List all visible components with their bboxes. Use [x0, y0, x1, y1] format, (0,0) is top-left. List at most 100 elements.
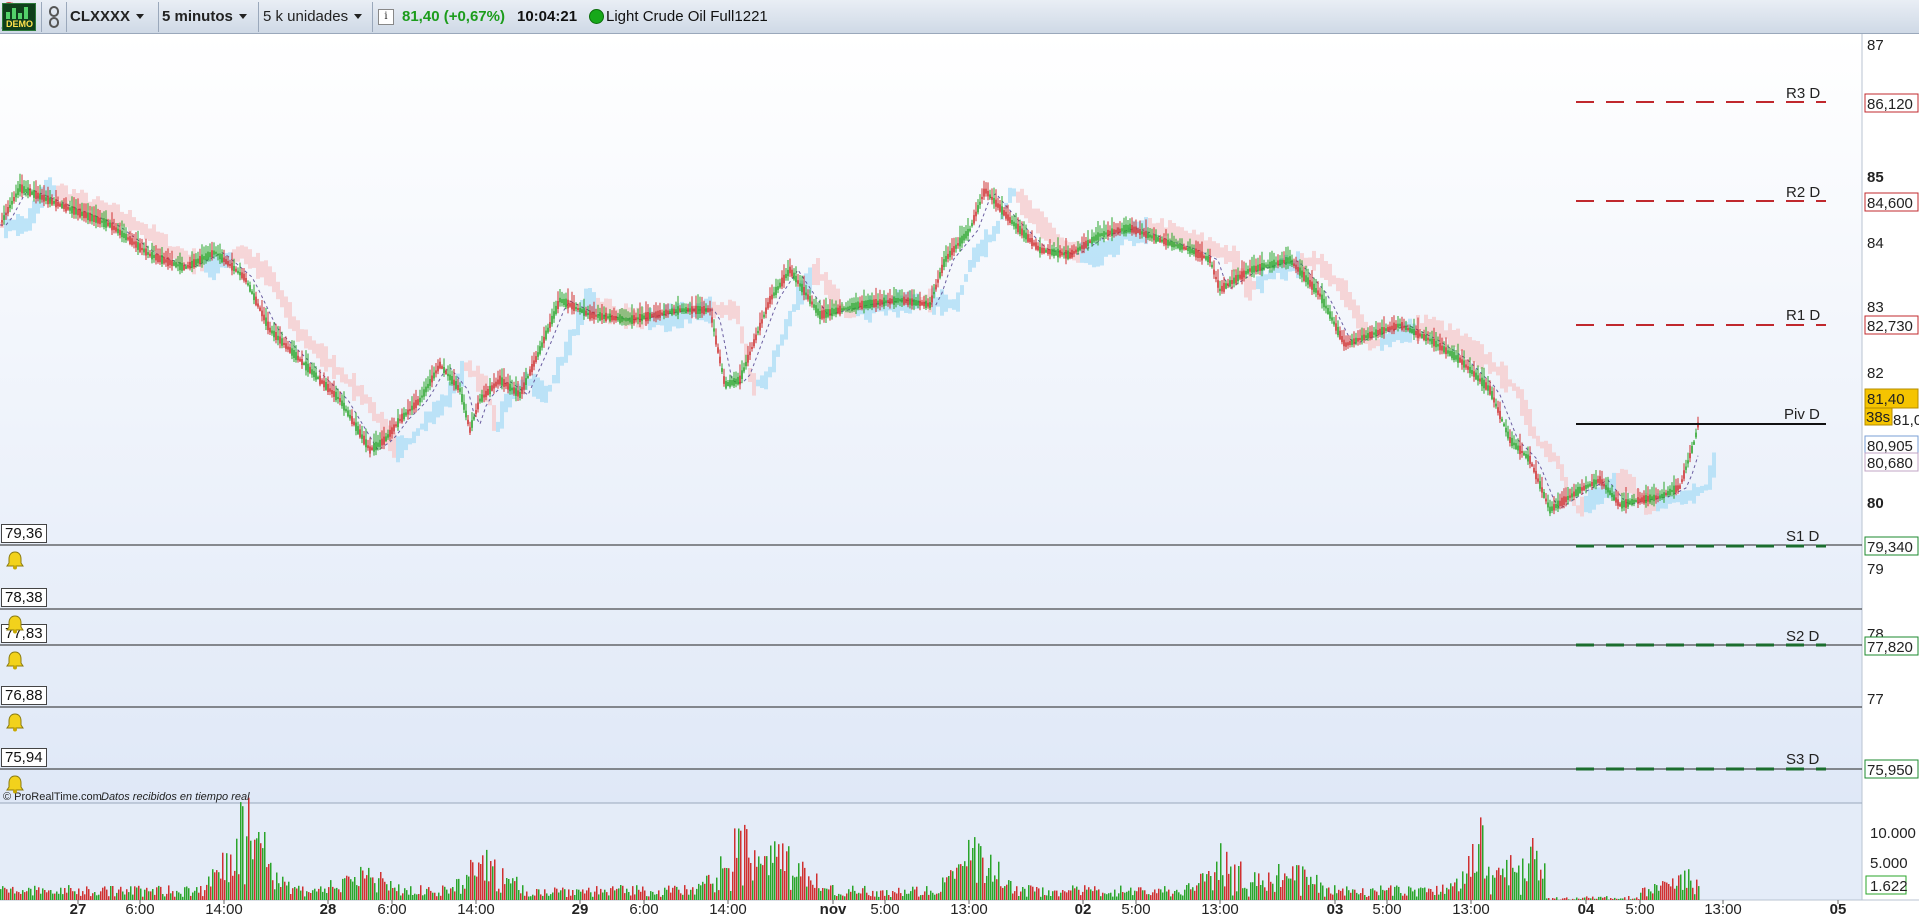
candle-body [1661, 493, 1663, 498]
units-selector[interactable]: 5 k unidades [263, 0, 371, 33]
volume-bar [1416, 896, 1418, 900]
volume-bar [782, 843, 784, 900]
volume-bar [1500, 875, 1502, 900]
volume-bar [1096, 890, 1098, 900]
volume-bar [1200, 873, 1202, 900]
candle-body [825, 309, 827, 318]
candle-body [867, 300, 869, 308]
volume-bar [70, 888, 72, 900]
bell-icon[interactable] [5, 550, 25, 570]
candle-body [781, 277, 783, 287]
volume-bar [228, 882, 230, 900]
candle-body [471, 420, 473, 428]
bell-icon[interactable] [5, 650, 25, 670]
candle-body [691, 306, 693, 314]
candle-body [1051, 248, 1053, 256]
volume-bar [86, 886, 88, 900]
candle-body [267, 321, 269, 331]
candle-body [947, 253, 949, 259]
alert-price-label[interactable]: 76,88 [1, 686, 47, 705]
volume-bar [236, 838, 238, 900]
candle-body [621, 316, 623, 322]
volume-bar [306, 891, 308, 900]
candle-body [1579, 486, 1581, 494]
volume-bar [548, 895, 550, 900]
alert-price-label[interactable]: 75,94 [1, 748, 47, 767]
volume-bar [1100, 896, 1102, 900]
candle-body [523, 382, 525, 390]
candle-body [953, 246, 955, 253]
candle-body [853, 303, 855, 310]
candle-body [1627, 499, 1629, 507]
volume-bar [1284, 873, 1286, 900]
volume-bar [792, 875, 794, 900]
candle-body [717, 347, 719, 353]
candle-body [655, 311, 657, 319]
candle-body [495, 381, 497, 387]
bell-icon[interactable] [5, 614, 25, 634]
candle-body [931, 295, 933, 303]
volume-bar [500, 892, 502, 900]
candle-body [129, 236, 131, 244]
volume-bar [52, 893, 54, 900]
candle-body [923, 301, 925, 307]
candle-body [1399, 323, 1401, 327]
volume-bar [340, 892, 342, 900]
alert-price-label[interactable]: 78,38 [1, 588, 47, 607]
prorealtime-logo[interactable]: DEMO [2, 0, 40, 33]
candle-body [1453, 352, 1455, 360]
candle-body [445, 370, 447, 375]
candle-body [1375, 329, 1377, 337]
ichimoku-cloud-segment [1016, 191, 1020, 203]
volume-bar [1606, 896, 1608, 900]
volume-bar [1272, 883, 1274, 900]
volume-bar [684, 885, 686, 900]
volume-bar [1344, 895, 1346, 900]
volume-bar [1534, 859, 1536, 900]
ichimoku-cloud-segment [1372, 340, 1376, 349]
candle-body [393, 424, 395, 432]
candle-body [1161, 239, 1163, 242]
volume-bar [344, 878, 346, 900]
candle-body [157, 253, 159, 263]
bell-icon[interactable] [5, 712, 25, 732]
ichimoku-cloud-segment [1584, 495, 1588, 513]
volume-bar [558, 892, 560, 900]
candle-body [1415, 330, 1417, 336]
candle-body [109, 222, 111, 228]
price-chart[interactable]: R3 D R2 D R1 D Piv D S1 D S2 D S3 D 87 8… [0, 34, 1919, 919]
alert-price-label[interactable]: 79,36 [1, 524, 47, 543]
volume-bar [488, 881, 490, 900]
volume-bar [832, 885, 834, 900]
volume-bar [342, 878, 344, 900]
volume-bar [656, 894, 658, 900]
volume-bar [1048, 890, 1050, 900]
candle-body [411, 405, 413, 411]
candle-body [249, 285, 251, 292]
volume-bar [12, 886, 14, 900]
volume-bar [554, 887, 556, 900]
bell-icon[interactable] [5, 774, 25, 794]
volume-bar [372, 877, 374, 900]
volume-bar [360, 866, 362, 900]
price-tick: 80 [1867, 495, 1884, 512]
candle-body [1197, 250, 1199, 258]
candle-body [1173, 241, 1175, 248]
link-icon[interactable] [43, 0, 65, 33]
volume-bar [572, 890, 574, 900]
candle-body [1217, 280, 1219, 288]
volume-bar [1154, 889, 1156, 900]
timeframe-selector[interactable]: 5 minutos [162, 0, 258, 33]
candle-body [271, 330, 273, 334]
candle-body [1531, 463, 1533, 467]
candle-body [1361, 335, 1363, 341]
candle-body [797, 280, 799, 284]
volume-bar [722, 868, 724, 900]
volume-bar [154, 894, 156, 900]
info-button[interactable]: i [378, 0, 396, 33]
volume-bar [480, 864, 482, 900]
symbol-selector[interactable]: CLXXXX [70, 0, 158, 33]
ichimoku-cloud-segment [1544, 440, 1548, 458]
volume-bar [1228, 873, 1230, 900]
volume-bar [1590, 898, 1592, 900]
